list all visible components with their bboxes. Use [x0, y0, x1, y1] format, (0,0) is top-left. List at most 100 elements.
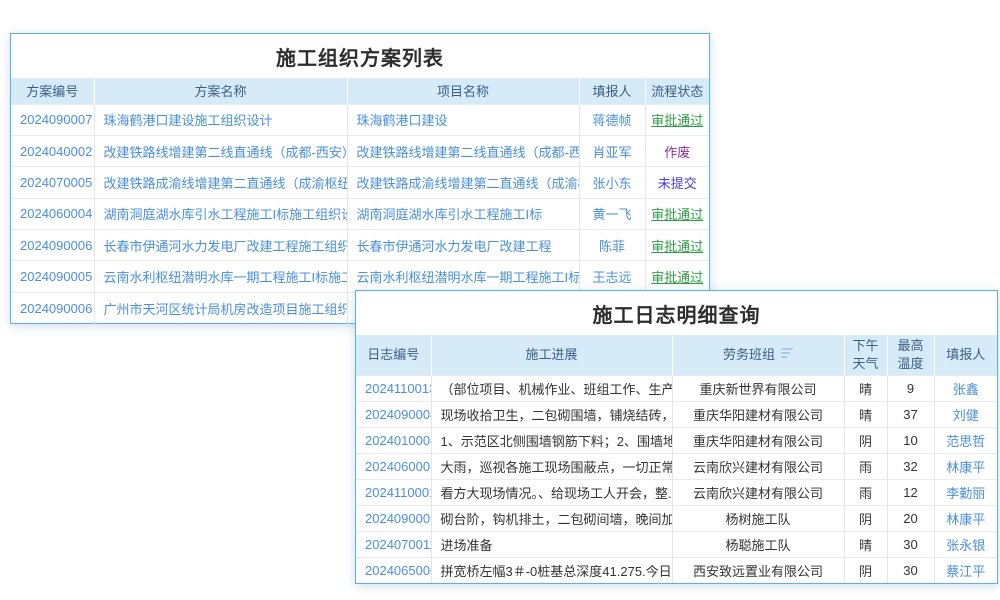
- plan-name-link[interactable]: 改建铁路成渝线增建第二直通线（成渝枢纽）...: [104, 176, 348, 191]
- plan-id-cell: 2024040002: [11, 135, 94, 166]
- log-id-link[interactable]: 2024010004: [365, 433, 431, 448]
- log-reporter-link[interactable]: 范思哲: [946, 434, 985, 449]
- weather-cell: 晴: [844, 375, 887, 401]
- progress-cell: 现场收拾卫生，二包砌围墙，铺烧结砖，...: [431, 401, 672, 427]
- log-id-cell: 2024060003: [356, 453, 431, 479]
- project-name-cell: 云南水利枢纽潜明水库一期工程施工I标: [347, 261, 579, 292]
- plan-table-header-row: 方案编号 方案名称 项目名称 填报人 流程状态: [11, 78, 709, 104]
- reporter-link[interactable]: 陈菲: [599, 239, 625, 254]
- project-name-link[interactable]: 长春市伊通河水力发电厂改建工程: [357, 239, 552, 254]
- reporter-link[interactable]: 肖亚军: [592, 145, 631, 160]
- reporter-cell: 陈菲: [579, 230, 645, 261]
- log-reporter-cell: 范思哲: [934, 427, 997, 453]
- labor-team-cell: 杨聪施工队: [672, 531, 844, 557]
- plan-id-link[interactable]: 2024040002: [20, 144, 92, 159]
- max-temp-cell: 10: [887, 427, 934, 453]
- table-row: 2024110013 （部位项目、机械作业、班组工作、生产... 重庆新世界有限…: [356, 375, 997, 401]
- plan-name-link[interactable]: 广州市天河区统计局机房改造项目施工组织设计: [104, 302, 348, 317]
- plan-name-link[interactable]: 珠海鹤港口建设施工组织设计: [104, 113, 273, 128]
- reporter-link[interactable]: 黄一飞: [592, 207, 631, 222]
- status-cell: 审批通过: [645, 104, 709, 135]
- status-badge[interactable]: 审批通过: [651, 270, 703, 285]
- plan-id-cell: 2024090007: [11, 104, 94, 135]
- project-name-link[interactable]: 珠海鹤港口建设: [357, 113, 448, 128]
- log-reporter-cell: 蔡江平: [934, 557, 997, 583]
- status-cell: 未提交: [645, 167, 709, 198]
- max-temp-cell: 30: [887, 531, 934, 557]
- plan-name-cell: 湖南洞庭湖水库引水工程施工I标施工组织设计: [94, 198, 347, 229]
- reporter-link[interactable]: 王志远: [592, 270, 631, 285]
- table-row: 2024010004 1、示范区北侧围墙钢筋下料；2、围墙地... 重庆华阳建材…: [356, 427, 997, 453]
- plan-id-link[interactable]: 2024090006: [20, 301, 92, 316]
- progress-cell: 1、示范区北侧围墙钢筋下料；2、围墙地...: [431, 427, 672, 453]
- col-header-labor-team[interactable]: 劳务班组: [672, 335, 844, 375]
- status-badge[interactable]: 审批通过: [651, 113, 703, 128]
- project-name-link[interactable]: 云南水利枢纽潜明水库一期工程施工I标: [357, 270, 580, 285]
- progress-cell: （部位项目、机械作业、班组工作、生产...: [431, 375, 672, 401]
- col-header-max-temp: 最高温度: [887, 335, 934, 375]
- progress-cell: 拼宽桥左幅3＃-0桩基总深度41.275.今日进...: [431, 557, 672, 583]
- log-reporter-link[interactable]: 刘健: [953, 408, 979, 423]
- project-name-link[interactable]: 湖南洞庭湖水库引水工程施工I标: [357, 207, 543, 222]
- table-row: 2024060004 湖南洞庭湖水库引水工程施工I标施工组织设计 湖南洞庭湖水库…: [11, 198, 709, 229]
- table-row: 2024090006 长春市伊通河水力发电厂改建工程施工组织设计 长春市伊通河水…: [11, 230, 709, 261]
- log-reporter-link[interactable]: 林康平: [946, 460, 985, 475]
- weather-cell: 阴: [844, 427, 887, 453]
- plan-id-link[interactable]: 2024090007: [20, 112, 92, 127]
- project-name-cell: 改建铁路成渝线增建第二直通线（成渝枢...: [347, 167, 579, 198]
- project-name-cell: 长春市伊通河水力发电厂改建工程: [347, 230, 579, 261]
- col-header-log-reporter: 填报人: [934, 335, 997, 375]
- plan-name-link[interactable]: 云南水利枢纽潜明水库一期工程施工I标施工组...: [104, 270, 348, 285]
- sort-icon[interactable]: [781, 348, 793, 360]
- status-badge[interactable]: 作废: [664, 145, 690, 160]
- plan-id-link[interactable]: 2024070005: [20, 175, 92, 190]
- status-badge[interactable]: 未提交: [658, 176, 697, 191]
- log-id-link[interactable]: 2024060003: [365, 459, 431, 474]
- log-id-link[interactable]: 20240650002: [365, 563, 431, 578]
- page: 施工组织方案列表 方案编号 方案名称 项目名称 填报人 流程状态 2024090…: [0, 0, 1000, 600]
- reporter-link[interactable]: 蒋德帧: [592, 113, 631, 128]
- col-header-flow-status: 流程状态: [645, 78, 709, 104]
- log-table: 日志编号 施工进展 劳务班组 下午天气 最高温度 填报人 2024110013 …: [356, 335, 997, 583]
- log-reporter-cell: 刘健: [934, 401, 997, 427]
- plan-list-panel: 施工组织方案列表 方案编号 方案名称 项目名称 填报人 流程状态 2024090…: [10, 33, 710, 324]
- plan-name-link[interactable]: 改建铁路线增建第二线直通线（成都-西安）...: [104, 145, 348, 160]
- log-id-link[interactable]: 2024070011: [365, 537, 431, 552]
- plan-name-link[interactable]: 长春市伊通河水力发电厂改建工程施工组织设计: [104, 239, 348, 254]
- log-reporter-link[interactable]: 林康平: [946, 512, 985, 527]
- log-id-link[interactable]: 2024110013: [365, 381, 431, 396]
- log-id-link[interactable]: 2024090004: [365, 407, 431, 422]
- status-cell: 审批通过: [645, 198, 709, 229]
- reporter-cell: 张小东: [579, 167, 645, 198]
- log-id-link[interactable]: 2024110001: [365, 485, 431, 500]
- status-badge[interactable]: 审批通过: [651, 239, 703, 254]
- log-reporter-link[interactable]: 张鑫: [953, 382, 979, 397]
- labor-team-cell: 云南欣兴建材有限公司: [672, 453, 844, 479]
- project-name-link[interactable]: 改建铁路成渝线增建第二直通线（成渝枢...: [357, 176, 580, 191]
- plan-id-cell: 2024070005: [11, 167, 94, 198]
- log-reporter-link[interactable]: 蔡江平: [946, 564, 985, 579]
- plan-id-cell: 2024090006: [11, 230, 94, 261]
- labor-team-label: 劳务班组: [723, 347, 775, 362]
- reporter-link[interactable]: 张小东: [592, 176, 631, 191]
- log-id-cell: 20240650002: [356, 557, 431, 583]
- weather-cell: 晴: [844, 401, 887, 427]
- log-reporter-link[interactable]: 张永银: [946, 538, 985, 553]
- labor-team-cell: 重庆新世界有限公司: [672, 375, 844, 401]
- max-temp-cell: 12: [887, 479, 934, 505]
- max-temp-cell: 9: [887, 375, 934, 401]
- plan-id-link[interactable]: 2024090006: [20, 238, 92, 253]
- plan-name-link[interactable]: 湖南洞庭湖水库引水工程施工I标施工组织设计: [104, 207, 348, 222]
- plan-id-link[interactable]: 2024060004: [20, 206, 92, 221]
- project-name-cell: 改建铁路线增建第二线直通线（成都-西安...: [347, 135, 579, 166]
- plan-id-link[interactable]: 2024090005: [20, 269, 92, 284]
- labor-team-cell: 西安致远置业有限公司: [672, 557, 844, 583]
- log-reporter-link[interactable]: 李勤丽: [946, 486, 985, 501]
- log-reporter-cell: 张永银: [934, 531, 997, 557]
- max-temp-cell: 37: [887, 401, 934, 427]
- plan-name-cell: 云南水利枢纽潜明水库一期工程施工I标施工组...: [94, 261, 347, 292]
- log-id-link[interactable]: 2024090009: [365, 511, 431, 526]
- col-header-plan-name: 方案名称: [94, 78, 347, 104]
- project-name-link[interactable]: 改建铁路线增建第二线直通线（成都-西安...: [357, 145, 580, 160]
- status-badge[interactable]: 审批通过: [651, 207, 703, 222]
